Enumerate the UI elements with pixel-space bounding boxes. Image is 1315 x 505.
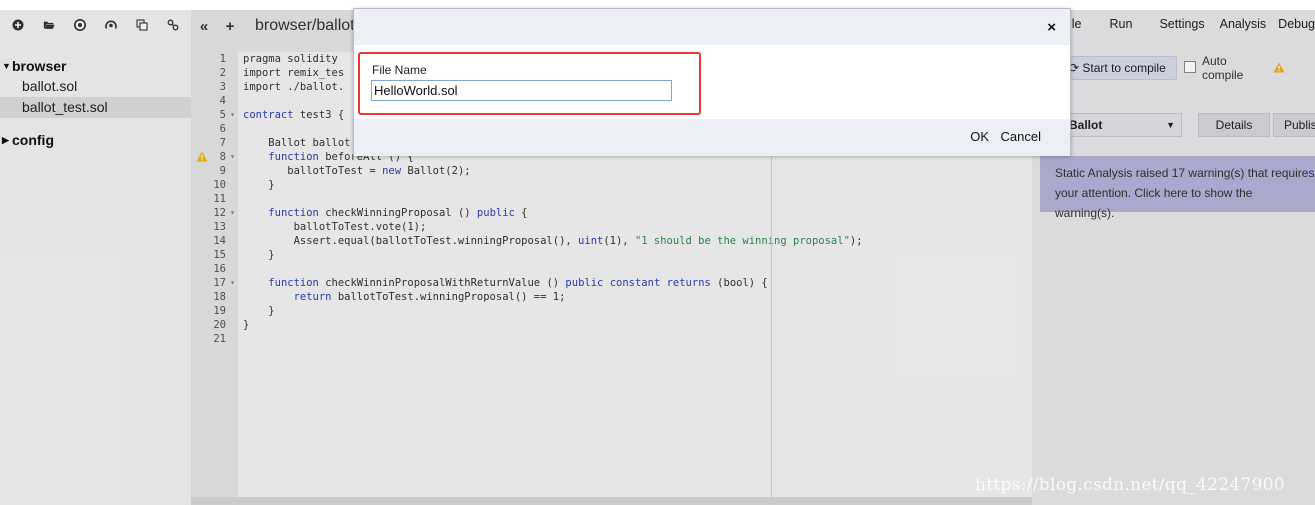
file-name-label: File Name bbox=[372, 63, 427, 77]
file-name-input[interactable] bbox=[371, 80, 672, 101]
dialog-body: File Name bbox=[354, 45, 1070, 119]
close-icon[interactable]: × bbox=[1047, 19, 1056, 36]
cancel-button[interactable]: Cancel bbox=[1001, 129, 1041, 144]
dialog-footer: OK Cancel bbox=[354, 119, 1070, 156]
new-file-dialog: × File Name OK Cancel bbox=[353, 8, 1071, 156]
watermark: https://blog.csdn.net/qq_42247900 bbox=[975, 475, 1285, 495]
ok-button[interactable]: OK bbox=[970, 129, 989, 144]
dialog-header: × bbox=[354, 9, 1070, 45]
